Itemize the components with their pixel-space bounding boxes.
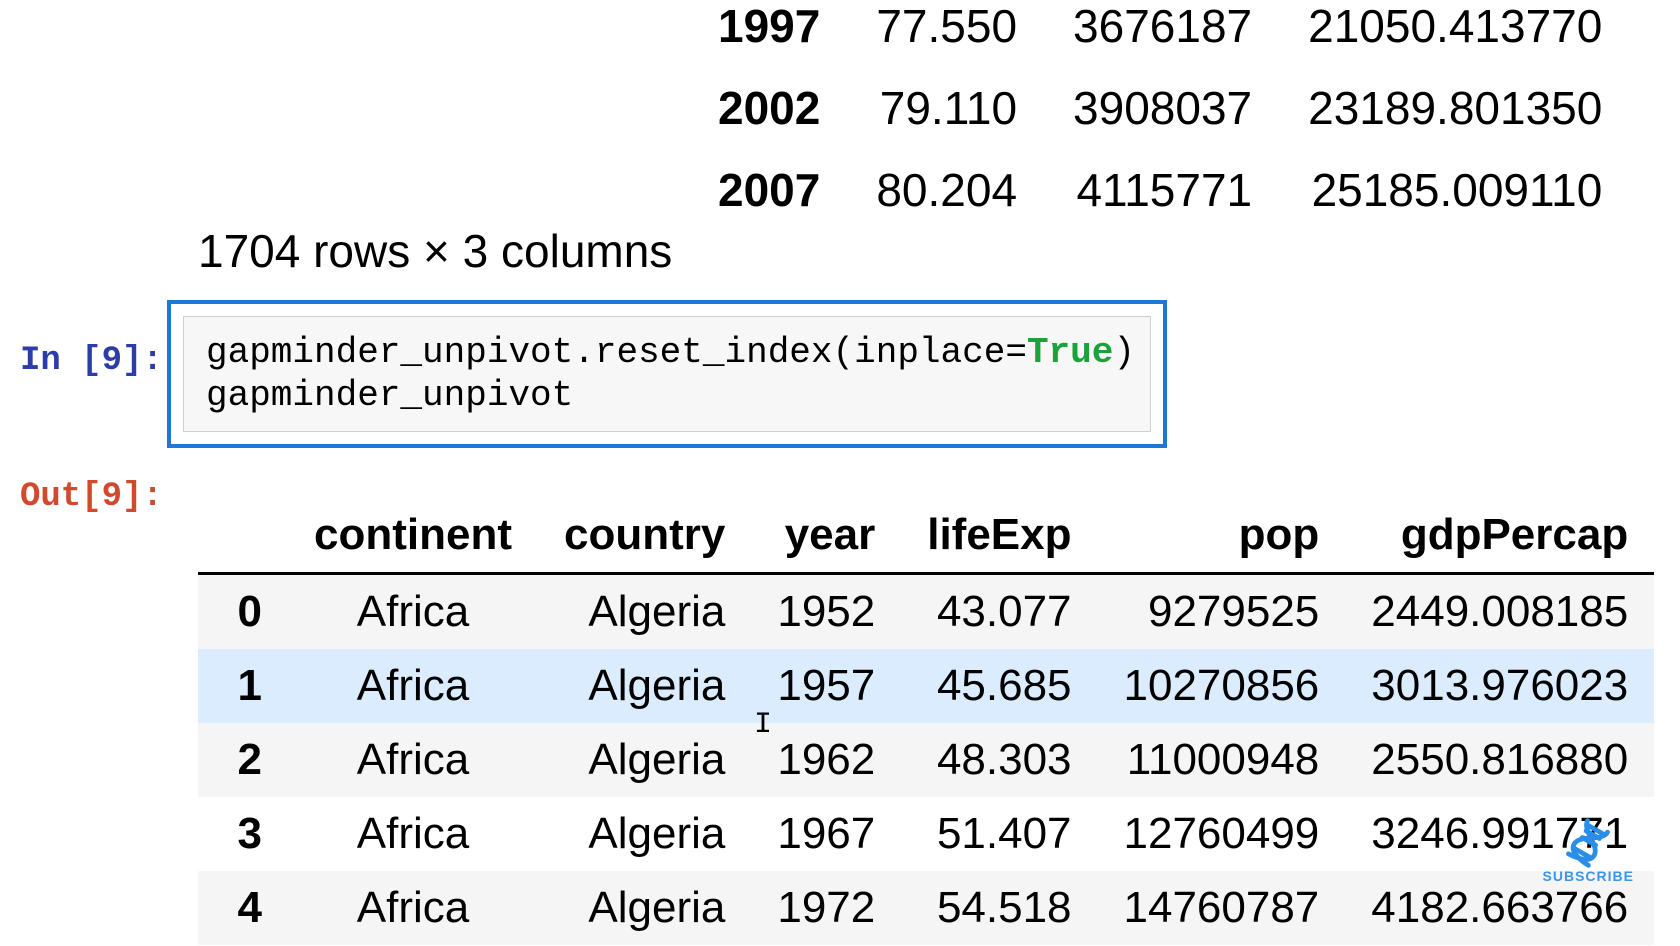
table-row: 0 Africa Algeria 1952 43.077 9279525 244…	[198, 574, 1654, 650]
cell-gdp: 25185.009110	[1280, 149, 1630, 231]
cell-lifeexp: 79.110	[848, 67, 1045, 149]
cell-year: 1997	[690, 0, 848, 67]
table-row: 2007 80.204 4115771 25185.009110	[690, 149, 1630, 231]
code-editor[interactable]: gapminder_unpivot.reset_index(inplace=Tr…	[183, 316, 1151, 432]
cell-pop: 4115771	[1045, 149, 1280, 231]
cell-lifeexp: 43.077	[901, 574, 1097, 650]
cell-year: 2007	[690, 149, 848, 231]
cell-pop: 14760787	[1098, 871, 1346, 945]
input-prompt: In [9]:	[20, 342, 163, 380]
cell-country: Algeria	[538, 649, 751, 723]
cell-continent: Africa	[288, 574, 538, 650]
prior-output-partial-table: 1997 77.550 3676187 21050.413770 2002 79…	[690, 0, 1630, 231]
cell-lifeexp: 54.518	[901, 871, 1097, 945]
table-row: 2 Africa Algeria 1962 48.303 11000948 25…	[198, 723, 1654, 797]
cell-country: Algeria	[538, 797, 751, 871]
cell-pop: 3676187	[1045, 0, 1280, 67]
table-header-row: continent country year lifeExp pop gdpPe…	[198, 498, 1654, 574]
col-continent: continent	[288, 498, 538, 574]
cell-year: 1957	[751, 649, 901, 723]
output-dataframe-table: continent country year lifeExp pop gdpPe…	[198, 498, 1654, 945]
col-lifeexp: lifeExp	[901, 498, 1097, 574]
cell-lifeexp: 77.550	[848, 0, 1045, 67]
output-prompt: Out[9]:	[20, 478, 163, 516]
col-pop: pop	[1098, 498, 1346, 574]
cell-index: 2	[198, 723, 288, 797]
cell-gdp: 21050.413770	[1280, 0, 1630, 67]
code-cell[interactable]: gapminder_unpivot.reset_index(inplace=Tr…	[167, 300, 1167, 448]
cell-lifeexp: 48.303	[901, 723, 1097, 797]
subscribe-label: SUBSCRIBE	[1543, 868, 1634, 884]
table-row: 3 Africa Algeria 1967 51.407 12760499 32…	[198, 797, 1654, 871]
cell-country: Algeria	[538, 723, 751, 797]
cell-lifeexp: 80.204	[848, 149, 1045, 231]
cell-year: 1962	[751, 723, 901, 797]
cell-country: Algeria	[538, 574, 751, 650]
code-text: gapminder_unpivot.reset_index(inplace=	[206, 332, 1027, 373]
code-text: )	[1113, 332, 1135, 373]
col-year: year	[751, 498, 901, 574]
col-gdppercap: gdpPercap	[1345, 498, 1654, 574]
cell-index: 0	[198, 574, 288, 650]
cell-year: 1972	[751, 871, 901, 945]
cell-continent: Africa	[288, 871, 538, 945]
cell-lifeexp: 45.685	[901, 649, 1097, 723]
cell-lifeexp: 51.407	[901, 797, 1097, 871]
cell-continent: Africa	[288, 797, 538, 871]
col-index	[198, 498, 288, 574]
cell-pop: 3908037	[1045, 67, 1280, 149]
cell-year: 1967	[751, 797, 901, 871]
table-row: 2002 79.110 3908037 23189.801350	[690, 67, 1630, 149]
cell-pop: 12760499	[1098, 797, 1346, 871]
cell-gdppercap: 3013.976023	[1345, 649, 1654, 723]
col-country: country	[538, 498, 751, 574]
cell-year: 1952	[751, 574, 901, 650]
subscribe-badge[interactable]: SUBSCRIBE	[1543, 820, 1634, 884]
cell-index: 1	[198, 649, 288, 723]
cell-gdp: 23189.801350	[1280, 67, 1630, 149]
cell-pop: 11000948	[1098, 723, 1346, 797]
cell-year: 2002	[690, 67, 848, 149]
cell-continent: Africa	[288, 723, 538, 797]
code-text: gapminder_unpivot	[206, 375, 573, 416]
cell-index: 3	[198, 797, 288, 871]
cell-gdppercap: 2449.008185	[1345, 574, 1654, 650]
cell-country: Algeria	[538, 871, 751, 945]
cell-pop: 10270856	[1098, 649, 1346, 723]
cell-gdppercap: 2550.816880	[1345, 723, 1654, 797]
cell-index: 4	[198, 871, 288, 945]
dna-helix-icon	[1557, 812, 1620, 875]
table-row: 4 Africa Algeria 1972 54.518 14760787 41…	[198, 871, 1654, 945]
code-keyword: True	[1027, 332, 1113, 373]
text-cursor-icon: I	[754, 708, 772, 742]
cell-pop: 9279525	[1098, 574, 1346, 650]
table-row: 1997 77.550 3676187 21050.413770	[690, 0, 1630, 67]
dataframe-shape-summary: 1704 rows × 3 columns	[198, 224, 672, 278]
cell-continent: Africa	[288, 649, 538, 723]
table-row: 1 Africa Algeria 1957 45.685 10270856 30…	[198, 649, 1654, 723]
